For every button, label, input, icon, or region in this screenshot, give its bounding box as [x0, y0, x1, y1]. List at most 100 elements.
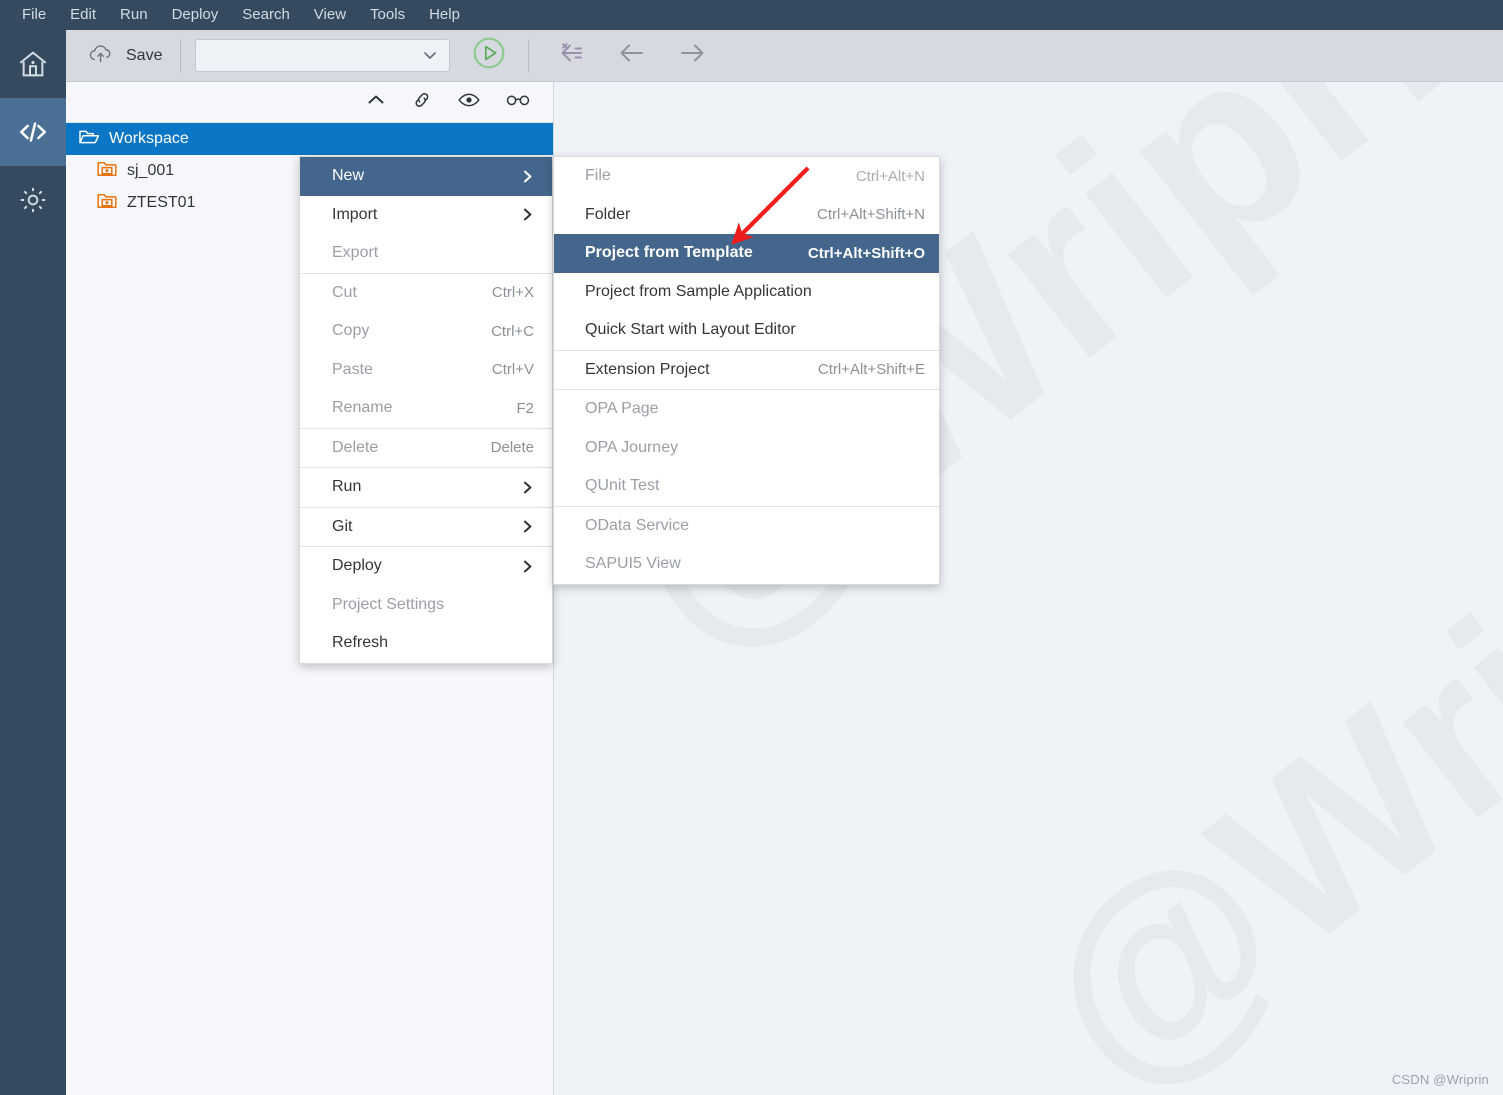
rail-button-settings[interactable]	[0, 166, 66, 234]
submenu-item-label: Folder	[585, 205, 631, 223]
submenu-item-label: SAPUI5 View	[585, 555, 681, 573]
main-toolbar: Save	[66, 30, 1503, 82]
submenu-item-opa-page: OPA Page	[554, 390, 939, 429]
run-play-icon	[470, 34, 508, 77]
submenu-item-file: File Ctrl+Alt+N	[554, 157, 939, 196]
submenu-item-quick-start-with-layout-editor[interactable]: Quick Start with Layout Editor	[554, 311, 939, 350]
settings-icon	[16, 183, 50, 217]
rail-button-code[interactable]	[0, 98, 66, 166]
submenu-item-label: OPA Journey	[585, 438, 679, 456]
context-menu-item-git[interactable]: Git	[300, 508, 552, 547]
collapse-all-button[interactable]	[365, 91, 387, 114]
context-menu-item-label: Run	[332, 478, 362, 496]
chevron-right-icon	[519, 558, 536, 575]
submenu-item-label: Project from Template	[585, 244, 753, 262]
submenu-item-qunit-test: QUnit Test	[554, 467, 939, 506]
context-menu-item-cut: Cut Ctrl+X	[300, 274, 552, 313]
chevron-down-icon[interactable]	[421, 48, 439, 68]
tree-node-label: Workspace	[109, 130, 189, 147]
submenu-item-extension-project[interactable]: Extension Project Ctrl+Alt+Shift+E	[554, 351, 939, 390]
menubar-item-deploy[interactable]: Deploy	[160, 0, 231, 30]
menubar-item-file[interactable]: File	[10, 0, 58, 30]
submenu-item-shortcut: Ctrl+Alt+Shift+E	[817, 361, 925, 379]
submenu-item-odata-service: OData Service	[554, 507, 939, 546]
context-menu-item-shortcut: F2	[516, 399, 534, 417]
run-button[interactable]	[464, 34, 514, 77]
cloud-upload-icon	[86, 41, 116, 70]
link-with-editor-button[interactable]	[411, 90, 433, 115]
context-menu-item-import[interactable]: Import	[300, 196, 552, 235]
preview-button[interactable]	[457, 91, 481, 114]
jump-to-start-icon	[555, 39, 589, 72]
context-menu-item-label: Export	[332, 244, 379, 262]
menubar-item-view[interactable]: View	[302, 0, 358, 30]
menubar-item-tools[interactable]: Tools	[358, 0, 417, 30]
folder-project-icon	[96, 192, 118, 215]
code-inspector-button[interactable]	[505, 91, 531, 114]
menubar-item-help[interactable]: Help	[417, 0, 472, 30]
context-menu-item-label: Deploy	[332, 557, 382, 575]
jump-to-start-button[interactable]	[555, 39, 589, 72]
rail-button-home[interactable]	[0, 30, 66, 98]
watermark-diagonal: @Wriprin	[990, 299, 1503, 1095]
run-configuration-input[interactable]	[196, 41, 412, 70]
submenu-item-shortcut: Ctrl+Alt+N	[855, 167, 925, 185]
context-menu-item-label: Refresh	[332, 634, 389, 652]
forward-button[interactable]	[675, 39, 709, 72]
chevron-right-icon	[519, 206, 536, 223]
web-ide-window: @Wriprin @Wriprin @Wriprin File Edit Run…	[0, 0, 1503, 1095]
context-menu-item-shortcut: Delete	[490, 439, 534, 457]
context-menu-item-deploy[interactable]: Deploy	[300, 547, 552, 586]
link-icon	[411, 90, 433, 115]
save-button[interactable]: Save	[66, 37, 180, 75]
submenu-item-label: OData Service	[585, 516, 690, 534]
context-menu-item-label: Delete	[332, 438, 379, 456]
code-icon	[15, 114, 51, 150]
left-icon-rail	[0, 30, 66, 1095]
context-menu-item-copy: Copy Ctrl+C	[300, 312, 552, 351]
context-menu-item-shortcut: Ctrl+V	[491, 361, 534, 379]
arrow-right-icon	[675, 39, 709, 72]
submenu-item-project-from-sample-application[interactable]: Project from Sample Application	[554, 273, 939, 312]
back-button[interactable]	[615, 39, 649, 72]
workspace-context-menu: New Import Export Cut Ctrl+X Copy Ctrl+C…	[299, 156, 553, 664]
context-menu-item-refresh[interactable]: Refresh	[300, 624, 552, 663]
run-configuration-combo[interactable]	[195, 39, 451, 72]
submenu-item-label: Quick Start with Layout Editor	[585, 321, 796, 339]
chevron-right-icon	[519, 479, 536, 496]
tree-node-workspace[interactable]: Workspace	[66, 123, 553, 155]
credit-watermark: CSDN @Wriprin	[1391, 1072, 1489, 1087]
context-menu-item-label: Import	[332, 205, 378, 223]
context-menu-item-label: Copy	[332, 322, 370, 340]
context-menu-item-new[interactable]: New	[300, 157, 552, 196]
submenu-item-label: File	[585, 167, 611, 185]
submenu-item-project-from-template[interactable]: Project from Template Ctrl+Alt+Shift+O	[554, 234, 939, 273]
context-menu-item-label: Rename	[332, 399, 393, 417]
context-menu-item-label: Paste	[332, 360, 373, 378]
context-menu-item-label: Cut	[332, 283, 357, 301]
menubar-item-edit[interactable]: Edit	[58, 0, 108, 30]
submenu-item-folder[interactable]: Folder Ctrl+Alt+Shift+N	[554, 196, 939, 235]
glasses-icon	[505, 91, 531, 114]
context-menu-item-label: Project Settings	[332, 595, 445, 613]
submenu-item-shortcut: Ctrl+Alt+Shift+N	[817, 206, 925, 224]
context-menu-item-shortcut: Ctrl+C	[491, 322, 534, 340]
menubar-item-search[interactable]: Search	[230, 0, 302, 30]
context-menu-item-paste: Paste Ctrl+V	[300, 351, 552, 390]
context-menu-item-run[interactable]: Run	[300, 468, 552, 507]
context-menu-item-rename: Rename F2	[300, 389, 552, 428]
folder-open-icon	[78, 128, 100, 151]
tree-node-label: ZTEST01	[127, 194, 196, 211]
context-menu-item-export: Export	[300, 234, 552, 273]
menubar-item-run[interactable]: Run	[108, 0, 160, 30]
toolbar-divider	[180, 38, 182, 73]
context-menu-item-delete: Delete Delete	[300, 429, 552, 468]
submenu-item-label: Extension Project	[585, 360, 710, 378]
submenu-item-label: OPA Page	[585, 400, 659, 418]
context-menu-item-label: New	[332, 167, 365, 185]
submenu-item-label: QUnit Test	[585, 477, 660, 495]
submenu-item-opa-journey: OPA Journey	[554, 429, 939, 468]
context-menu-item-shortcut: Ctrl+X	[491, 284, 534, 302]
submenu-item-shortcut: Ctrl+Alt+Shift+O	[807, 244, 925, 262]
explorer-toolbar	[66, 82, 553, 123]
